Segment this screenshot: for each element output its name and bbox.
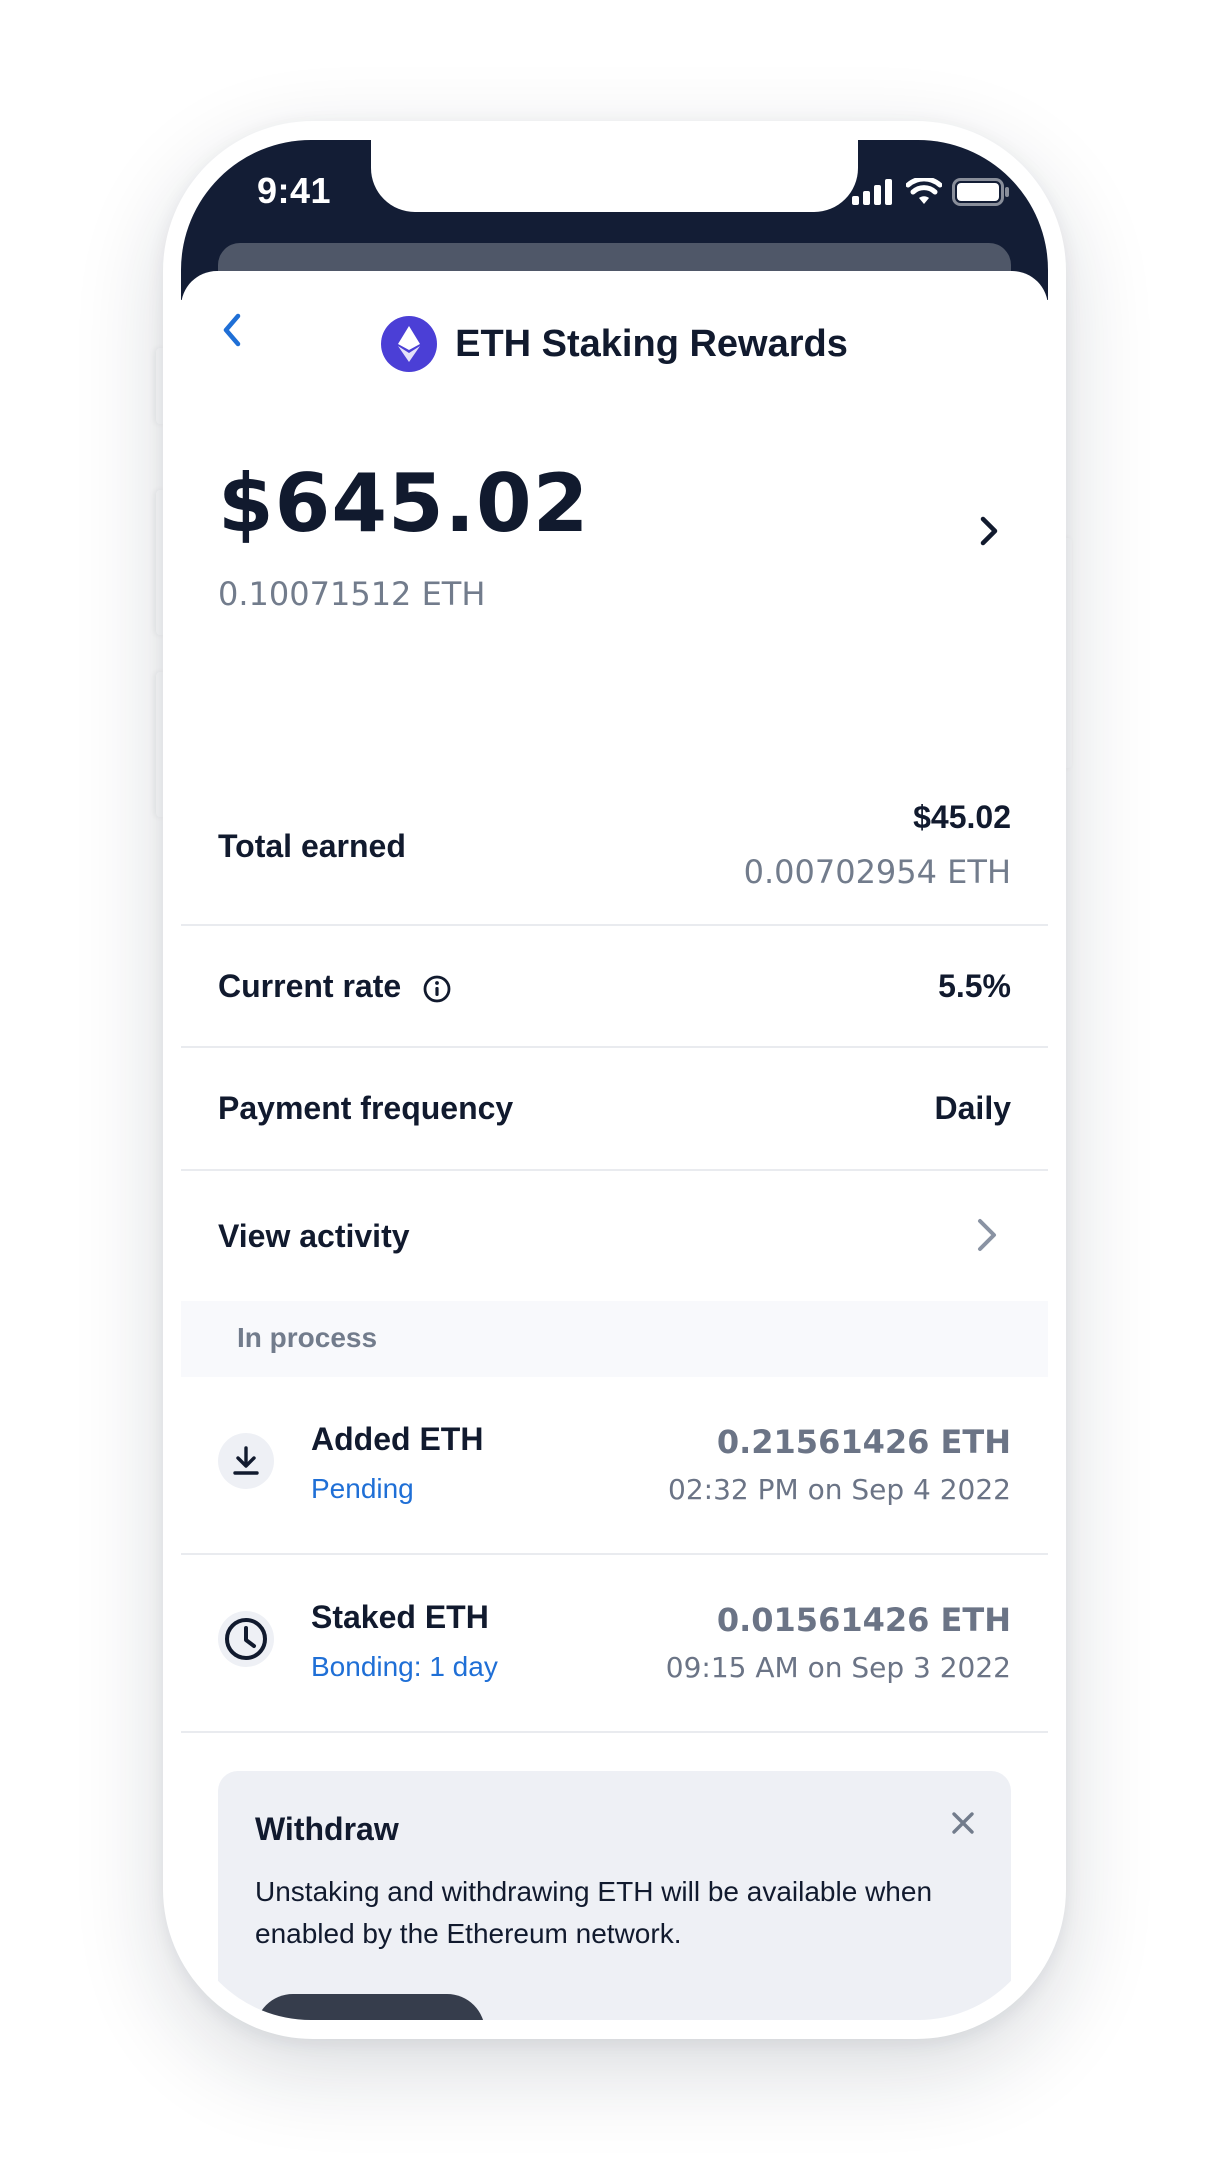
page-title: ETH Staking Rewards: [455, 322, 848, 365]
signal-icon: [852, 179, 892, 205]
total-earned-row: Total earned $45.02 0.00702954 ETH: [181, 771, 1048, 926]
close-button[interactable]: [941, 1801, 985, 1845]
page: 9:41 ETH Staking Rewards $645.02 0.10071…: [0, 0, 1229, 2160]
ethereum-icon: [381, 316, 438, 372]
balance-eth: 0.10071512 ETH: [218, 575, 486, 613]
transaction-status: Pending: [311, 1473, 414, 1504]
withdraw-body: Unstaking and withdrawing ETH will be av…: [255, 1876, 933, 1949]
payment-frequency-label: Payment frequency: [218, 1090, 514, 1126]
clock-icon: [218, 1611, 274, 1667]
total-earned-eth: 0.00702954 ETH: [743, 853, 1011, 891]
learn-more-button[interactable]: Learn more: [255, 1994, 486, 2020]
view-activity-row[interactable]: View activity: [181, 1171, 1048, 1301]
current-rate-label: Current rate: [218, 968, 402, 1004]
payment-frequency-value: Daily: [934, 1090, 1011, 1126]
current-rate-value: 5.5%: [938, 968, 1011, 1004]
section-label: In process: [237, 1322, 378, 1353]
header-title-group: ETH Staking Rewards: [181, 316, 1048, 372]
payment-frequency-row: Payment frequency Daily: [181, 1048, 1048, 1171]
transaction-amount: 0.21561426 ETH: [716, 1423, 1011, 1461]
transaction-row[interactable]: Staked ETH Bonding: 1 day 0.01561426 ETH…: [181, 1555, 1048, 1733]
chevron-right-icon: [980, 516, 998, 546]
transaction-status: Bonding: 1 day: [311, 1651, 498, 1682]
balance-usd: $645.02: [218, 457, 590, 550]
transaction-title: Staked ETH: [311, 1599, 489, 1635]
in-process-section-header: In process: [181, 1301, 1048, 1377]
transaction-date: 02:32 PM on Sep 4 2022: [668, 1473, 1011, 1506]
transaction-title: Added ETH: [311, 1421, 484, 1457]
transaction-date: 09:15 AM on Sep 3 2022: [665, 1651, 1011, 1684]
download-icon: [218, 1433, 274, 1489]
header: ETH Staking Rewards: [181, 271, 1048, 381]
status-icons: [852, 178, 1010, 206]
total-earned-label: Total earned: [218, 828, 406, 864]
withdraw-title: Withdraw: [255, 1811, 399, 1847]
info-icon[interactable]: [422, 974, 452, 1004]
view-activity-label: View activity: [218, 1218, 410, 1254]
total-earned-usd: $45.02: [913, 799, 1011, 835]
current-rate-label-group: Current rate: [218, 968, 452, 1005]
current-rate-row: Current rate 5.5%: [181, 926, 1048, 1048]
transaction-amount: 0.01561426 ETH: [716, 1601, 1011, 1639]
notch: [371, 140, 858, 212]
battery-icon: [952, 178, 1009, 206]
transaction-row[interactable]: Added ETH Pending 0.21561426 ETH 02:32 P…: [181, 1377, 1048, 1555]
withdraw-card: Withdraw Unstaking and withdrawing ETH w…: [218, 1771, 1011, 2020]
chevron-right-icon: [978, 1219, 996, 1251]
wifi-icon: [906, 178, 942, 204]
close-icon: [952, 1812, 974, 1834]
sheet: ETH Staking Rewards $645.02 0.10071512 E…: [181, 271, 1048, 2020]
phone-screen: 9:41 ETH Staking Rewards $645.02 0.10071…: [181, 140, 1048, 2020]
status-time: 9:41: [257, 170, 332, 211]
balance-summary[interactable]: $645.02 0.10071512 ETH: [218, 457, 1011, 657]
